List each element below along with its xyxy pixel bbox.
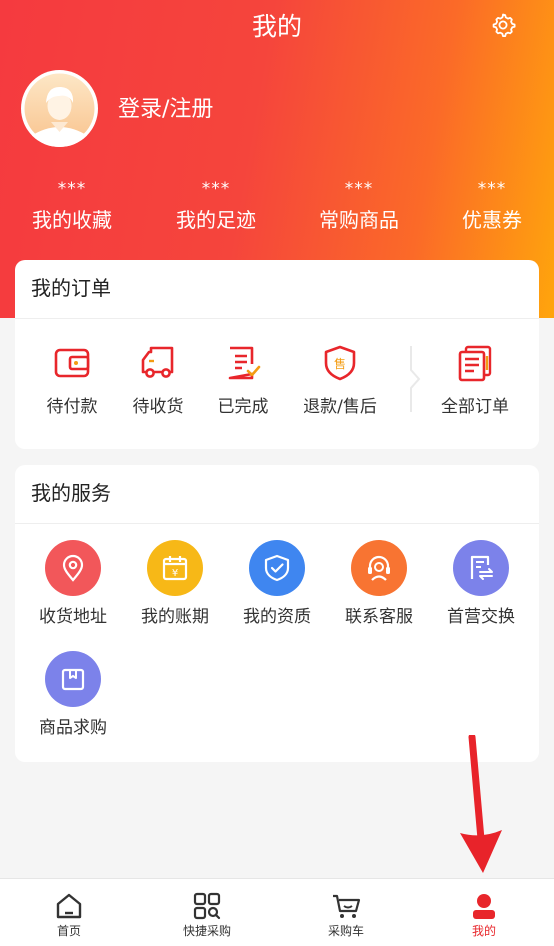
- service-qualification[interactable]: 我的资质: [227, 540, 327, 628]
- stat-value: ***: [477, 179, 507, 199]
- quick-purchase-icon: [193, 892, 221, 920]
- box-icon: [61, 668, 85, 691]
- shield-check-icon: [264, 554, 290, 582]
- calendar-yen-icon: ¥: [162, 556, 188, 581]
- tab-label: 采购车: [327, 924, 364, 938]
- stat-frequent-items[interactable]: *** 常购商品: [299, 178, 419, 234]
- stat-label: 我的足迹: [176, 208, 256, 232]
- order-label: 待付款: [46, 397, 98, 417]
- service-label: 联系客服: [345, 607, 413, 627]
- orders-section-title: 我的订单: [15, 260, 539, 319]
- profile-icon: [473, 894, 495, 919]
- order-label: 待收货: [132, 397, 184, 417]
- annotation-arrow-icon: [460, 735, 502, 873]
- svg-text:售: 售: [334, 356, 346, 371]
- service-label: 我的账期: [141, 607, 209, 627]
- svg-text:¥: ¥: [172, 568, 178, 579]
- cart-icon: [333, 894, 361, 918]
- stat-footprint[interactable]: *** 我的足迹: [156, 178, 276, 234]
- my-services-card: 我的服务 收货地址 ¥ 我的账期 我的资质 联系客服 首营交换 商品求购: [15, 465, 539, 762]
- completed-doc-icon: [228, 346, 261, 380]
- tab-profile[interactable]: 我的: [415, 879, 553, 946]
- stat-label: 我的收藏: [32, 208, 112, 232]
- order-completed[interactable]: 已完成: [197, 344, 289, 418]
- service-label: 收货地址: [39, 607, 107, 627]
- tab-label: 首页: [56, 924, 81, 938]
- truck-icon: [141, 346, 174, 378]
- stat-value: ***: [57, 179, 87, 199]
- order-label: 已完成: [217, 397, 269, 417]
- stat-value: ***: [201, 179, 231, 199]
- stat-label: 优惠券: [462, 208, 522, 232]
- order-to-receive[interactable]: 待收货: [112, 344, 204, 418]
- page-title: 我的: [251, 12, 302, 41]
- order-refund-after-sale[interactable]: 售 退款/售后: [294, 344, 386, 418]
- service-label: 我的资质: [243, 607, 311, 627]
- location-pin-icon: [62, 554, 84, 582]
- service-shipping-address[interactable]: 收货地址: [23, 540, 123, 628]
- service-payment-term[interactable]: ¥ 我的账期: [125, 540, 225, 628]
- services-section-title: 我的服务: [15, 465, 539, 524]
- login-register-link[interactable]: 登录/注册: [118, 95, 213, 125]
- after-sale-shield-icon: 售: [324, 345, 356, 381]
- my-orders-card: 我的订单 待付款 待收货 已完成 售 退款/售后 全部订单: [15, 260, 539, 449]
- exchange-icon: [470, 555, 493, 580]
- order-pending-payment[interactable]: 待付款: [26, 344, 118, 418]
- stat-value: ***: [344, 179, 374, 199]
- order-label: 退款/售后: [303, 397, 377, 417]
- service-customer-support[interactable]: 联系客服: [329, 540, 429, 628]
- stat-label: 常购商品: [319, 208, 399, 232]
- service-label: 首营交换: [447, 607, 515, 627]
- bottom-tab-bar: 首页 快捷采购 采购车 我的: [0, 878, 554, 946]
- order-all[interactable]: 全部订单: [429, 344, 521, 418]
- wallet-icon: [54, 348, 90, 378]
- customer-service-icon: [368, 555, 390, 581]
- order-label: 全部订单: [441, 397, 509, 417]
- settings-gear-icon[interactable]: [489, 11, 517, 39]
- tab-label: 我的: [471, 924, 496, 938]
- tab-cart[interactable]: 采购车: [277, 879, 415, 946]
- stat-favorites[interactable]: *** 我的收藏: [12, 178, 132, 234]
- divider-chevron: [410, 346, 421, 412]
- tab-quick-purchase[interactable]: 快捷采购: [138, 879, 276, 946]
- service-first-exchange[interactable]: 首营交换: [431, 540, 531, 628]
- service-label: 商品求购: [39, 718, 107, 738]
- stat-coupons[interactable]: *** 优惠券: [432, 178, 552, 234]
- avatar[interactable]: [21, 70, 98, 147]
- home-icon: [56, 893, 82, 919]
- tab-home[interactable]: 首页: [0, 879, 138, 946]
- all-orders-icon: [458, 345, 492, 382]
- tab-label: 快捷采购: [182, 924, 231, 938]
- service-product-request[interactable]: 商品求购: [23, 651, 123, 739]
